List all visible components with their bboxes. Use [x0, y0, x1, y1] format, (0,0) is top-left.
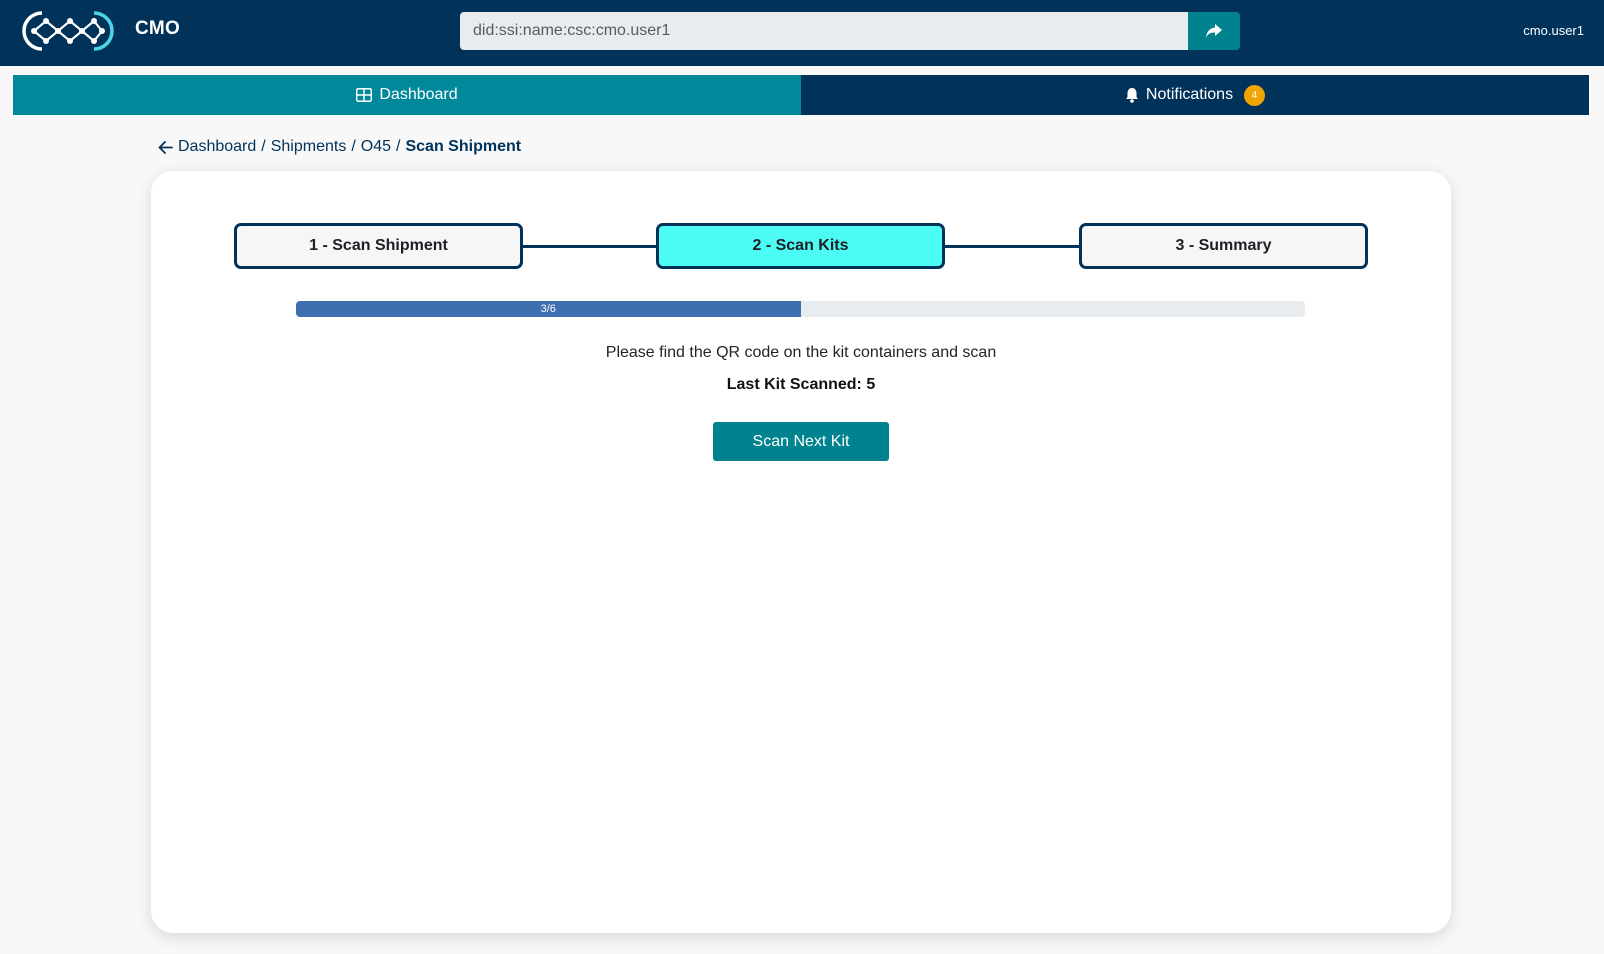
step-connector — [523, 245, 656, 248]
last-kit-scanned: Last Kit Scanned: 5 — [726, 376, 876, 393]
network-logo-icon[interactable] — [20, 9, 116, 53]
scan-card: 1 - Scan Shipment 2 - Scan Kits 3 - Summ… — [151, 171, 1451, 933]
scan-next-kit-button[interactable]: Scan Next Kit — [713, 422, 889, 461]
user-name[interactable]: cmo.user1 — [1523, 23, 1584, 38]
share-arrow-icon — [1205, 23, 1223, 39]
step-summary[interactable]: 3 - Summary — [1079, 223, 1368, 269]
scan-instructions: Please find the QR code on the kit conta… — [605, 344, 997, 361]
breadcrumb: Dashboard / Shipments / O45 / Scan Shipm… — [158, 138, 521, 156]
step-scan-kits[interactable]: 2 - Scan Kits — [656, 223, 945, 269]
grid-icon — [356, 88, 373, 102]
stepper: 1 - Scan Shipment 2 - Scan Kits 3 - Summ… — [234, 223, 1368, 269]
arrow-left-icon[interactable] — [158, 140, 173, 154]
top-header: CMO cmo.user1 — [0, 0, 1604, 66]
tab-dashboard[interactable]: Dashboard — [13, 75, 801, 115]
breadcrumb-current: Scan Shipment — [405, 138, 522, 155]
tab-notifications-label: Notifications — [1145, 86, 1234, 103]
bell-icon — [1125, 87, 1139, 103]
breadcrumb-separator: / — [261, 138, 266, 155]
main-nav: Dashboard Notifications 4 — [13, 75, 1589, 115]
scan-progress-bar: 3/6 — [296, 301, 1305, 317]
tab-dashboard-label: Dashboard — [379, 86, 458, 103]
step-connector — [945, 245, 1079, 248]
app-name: CMO — [135, 18, 180, 39]
did-input[interactable] — [460, 12, 1190, 50]
breadcrumb-shipments[interactable]: Shipments — [271, 138, 347, 156]
breadcrumb-separator: / — [396, 138, 401, 155]
step-scan-shipment[interactable]: 1 - Scan Shipment — [234, 223, 523, 269]
breadcrumb-dashboard[interactable]: Dashboard — [178, 138, 256, 156]
tab-notifications[interactable]: Notifications 4 — [801, 75, 1589, 115]
breadcrumb-separator: / — [351, 138, 356, 155]
notification-count-badge: 4 — [1244, 84, 1266, 106]
breadcrumb-shipment-id[interactable]: O45 — [361, 138, 391, 156]
scan-progress-fill: 3/6 — [296, 301, 801, 317]
go-button[interactable] — [1188, 12, 1240, 50]
